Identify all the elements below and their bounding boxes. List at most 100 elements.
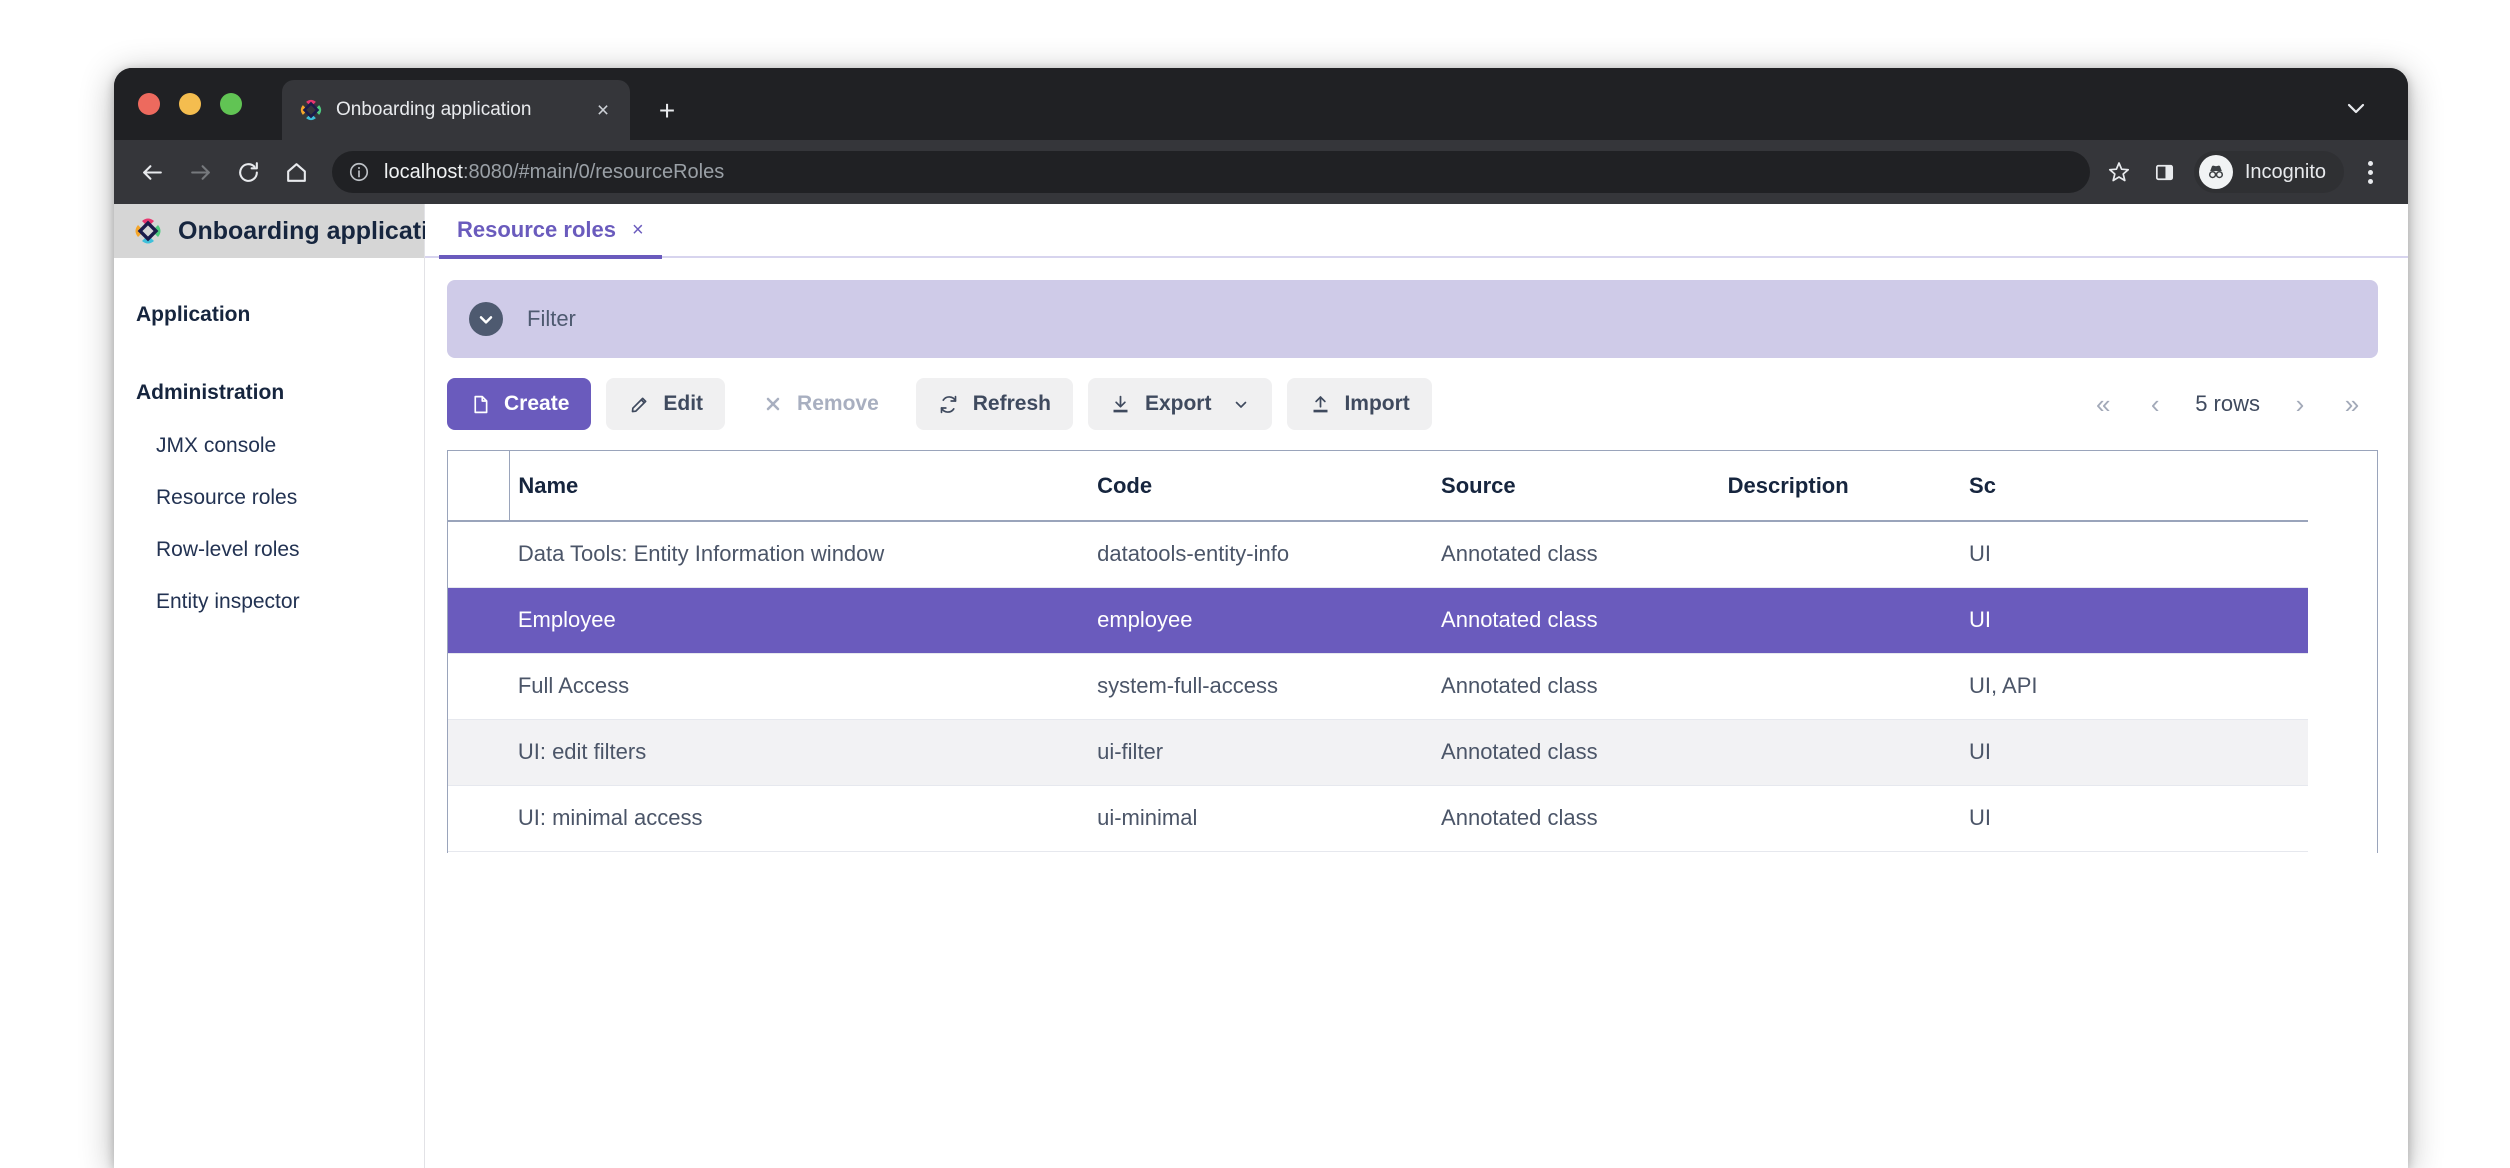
window-traffic-lights (138, 93, 242, 115)
browser-window: Onboarding application × + localhost:808… (114, 68, 2408, 1168)
row-select-cell[interactable] (448, 653, 510, 720)
table-header-row: Name Code Source Description Sc (448, 451, 2308, 522)
cell-scopes: UI (1961, 587, 2308, 654)
row-select-cell[interactable] (448, 785, 510, 852)
refresh-button[interactable]: Refresh (915, 378, 1073, 430)
import-button[interactable]: Import (1287, 378, 1432, 430)
chevron-down-icon[interactable] (1232, 395, 1250, 413)
column-header-source[interactable]: Source (1433, 451, 1720, 522)
sidebar-nav: Application Administration JMX console R… (114, 258, 424, 628)
app-logo-icon (132, 215, 164, 247)
row-select-cell[interactable] (448, 719, 510, 786)
times-icon (762, 393, 784, 415)
refresh-icon (938, 393, 960, 415)
info-icon[interactable] (348, 161, 370, 183)
three-dots-icon[interactable] (2350, 160, 2390, 184)
import-button-label: Import (1344, 392, 1410, 415)
filter-label: Filter (527, 306, 576, 331)
data-grid: Name Code Source Description Sc Data Too… (447, 450, 2378, 853)
side-panel-icon[interactable] (2142, 149, 2188, 195)
table-row[interactable]: Data Tools: Entity Information window dat… (448, 521, 2308, 588)
close-icon[interactable]: × (632, 220, 644, 240)
table-row[interactable]: UI: minimal access ui-minimal Annotated cl… (448, 785, 2308, 852)
sidebar-item-resource-roles[interactable]: Resource roles (114, 472, 424, 524)
sidebar-header: Onboarding application (114, 204, 459, 258)
close-icon[interactable]: × (590, 97, 616, 123)
home-button[interactable] (272, 148, 320, 196)
chevron-down-icon[interactable] (2340, 92, 2372, 124)
cell-description (1719, 521, 1962, 588)
cell-description (1719, 719, 1962, 786)
back-button[interactable] (128, 148, 176, 196)
cell-scopes: UI (1961, 785, 2308, 852)
profile-label: Incognito (2244, 160, 2326, 183)
address-bar[interactable]: localhost:8080/#main/0/resourceRoles (332, 151, 2090, 193)
incognito-icon (2198, 155, 2233, 189)
sidebar-section-administration[interactable]: Administration (114, 366, 424, 420)
sidebar-item-row-level-roles[interactable]: Row-level roles (114, 524, 424, 576)
column-header-code[interactable]: Code (1089, 451, 1434, 522)
cell-scopes: UI (1961, 719, 2308, 786)
table-row[interactable]: UI: edit filters ui-filter Annotated class… (448, 719, 2308, 786)
page-title: Onboarding application (178, 216, 459, 245)
refresh-button-label: Refresh (972, 392, 1051, 415)
tab-resource-roles[interactable]: Resource roles × (439, 204, 662, 259)
cell-description (1719, 653, 1962, 720)
cell-code: employee (1089, 587, 1434, 654)
prev-page-button[interactable]: ‹ (2133, 382, 2177, 426)
star-icon[interactable] (2096, 149, 2142, 195)
minimize-window-button[interactable] (179, 93, 201, 115)
cell-code: system-full-access (1089, 653, 1434, 720)
new-tab-button[interactable]: + (652, 96, 682, 126)
table-row[interactable]: Employee employee Annotated class UI (448, 587, 2308, 654)
sidebar-section-application[interactable]: Application (114, 288, 424, 342)
row-select-cell[interactable] (448, 521, 510, 588)
cell-name: UI: minimal access (509, 785, 1090, 852)
column-header-scopes[interactable]: Sc (1961, 451, 2308, 522)
tab-label: Resource roles (457, 216, 616, 242)
action-toolbar: Create Edit Remove Refresh Export Import… (447, 378, 2378, 430)
next-page-button[interactable]: › (2278, 382, 2322, 426)
column-header-description[interactable]: Description (1719, 451, 1962, 522)
cell-source: Annotated class (1433, 719, 1720, 786)
select-all-column[interactable] (448, 451, 511, 522)
export-button[interactable]: Export (1087, 378, 1273, 430)
maximize-window-button[interactable] (220, 93, 242, 115)
column-header-name[interactable]: Name (509, 451, 1090, 522)
cell-name: Data Tools: Entity Information window (509, 521, 1090, 588)
cell-code: datatools-entity-info (1089, 521, 1434, 588)
cell-name: Employee (509, 587, 1090, 654)
table-row[interactable]: Full Access system-full-access Annotated c… (448, 653, 2308, 720)
sidebar-item-entity-inspector[interactable]: Entity inspector (114, 576, 424, 628)
chevron-down-circle-icon[interactable] (469, 302, 503, 336)
first-page-button[interactable]: « (2081, 382, 2125, 426)
close-window-button[interactable] (138, 93, 160, 115)
table-body: Data Tools: Entity Information window dat… (448, 521, 2308, 852)
edit-button-label: Edit (663, 392, 704, 415)
file-icon (469, 393, 491, 415)
row-select-cell[interactable] (448, 587, 510, 654)
profile-incognito-badge[interactable]: Incognito (2193, 151, 2344, 193)
create-button[interactable]: Create (447, 378, 592, 430)
download-icon (1110, 393, 1132, 415)
filter-panel[interactable]: Filter (447, 280, 2378, 358)
main-body: Filter Create Edit Remove Refresh Export… (425, 258, 2408, 1168)
last-page-button[interactable]: » (2330, 382, 2374, 426)
browser-tab-title: Onboarding application (336, 99, 532, 120)
edit-button[interactable]: Edit (606, 378, 726, 430)
cell-scopes: UI (1961, 521, 2308, 588)
reload-button[interactable] (224, 148, 272, 196)
remove-button[interactable]: Remove (740, 378, 901, 430)
cell-scopes: UI, API (1961, 653, 2308, 720)
app-main: Resource roles × Filter Create Edit Remo… (425, 204, 2408, 1168)
url-text: localhost:8080/#main/0/resourceRoles (384, 161, 724, 184)
cell-code: ui-minimal (1089, 785, 1434, 852)
cell-description (1719, 587, 1962, 654)
cell-source: Annotated class (1433, 521, 1720, 588)
app-sidebar: Onboarding application Application Admin… (114, 204, 459, 1168)
browser-tab[interactable]: Onboarding application × (282, 80, 630, 140)
cell-name: Full Access (509, 653, 1090, 720)
sidebar-item-jmx-console[interactable]: JMX console (114, 420, 424, 472)
forward-button[interactable] (176, 148, 224, 196)
browser-toolbar: localhost:8080/#main/0/resourceRoles Inc… (114, 140, 2408, 204)
